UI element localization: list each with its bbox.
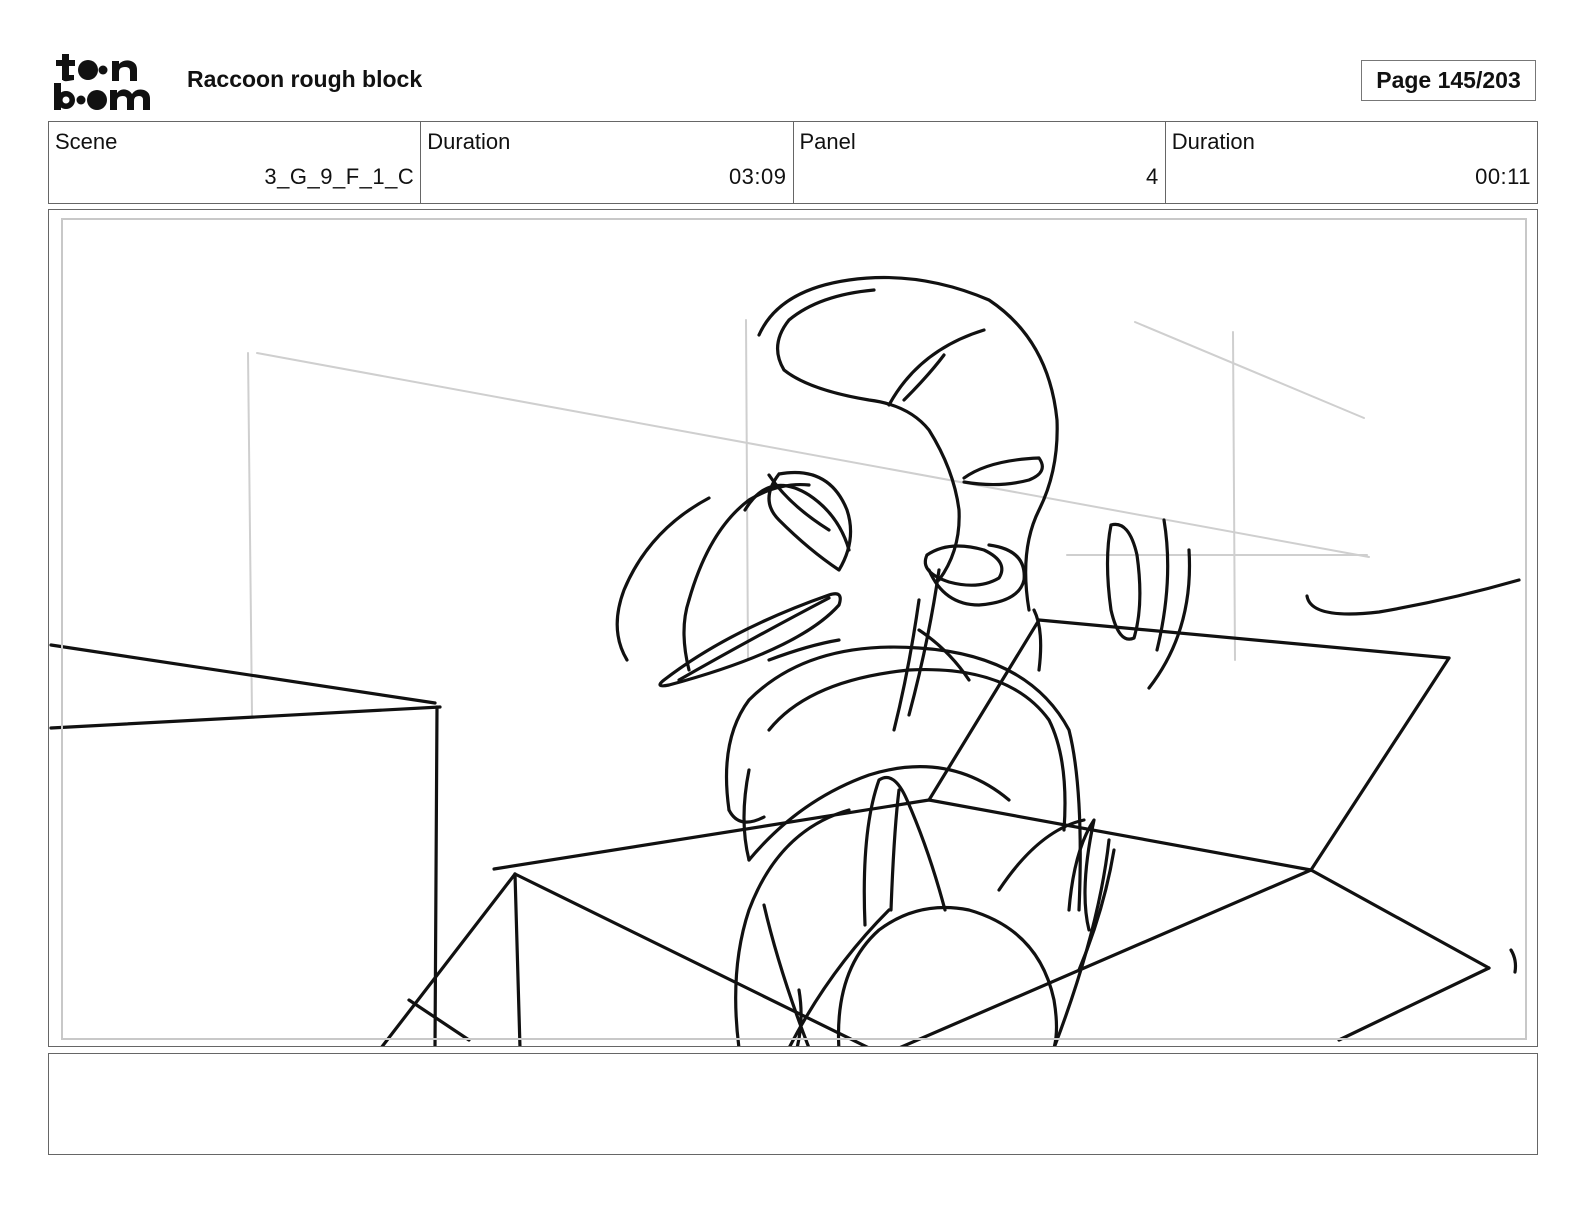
page-number-badge: Page 145/203 xyxy=(1361,60,1536,101)
info-cell-panel: Panel 4 xyxy=(794,122,1166,203)
sketch-drawing xyxy=(49,275,1521,1046)
info-value: 03:09 xyxy=(728,164,787,189)
info-value: 3_G_9_F_1_C xyxy=(264,164,415,189)
info-cell-scene: Scene 3_G_9_F_1_C xyxy=(49,122,422,203)
panel-notes-box[interactable] xyxy=(48,1053,1538,1155)
info-label: Scene xyxy=(55,129,118,154)
info-label: Duration xyxy=(1171,129,1255,154)
info-value: 00:11 xyxy=(1475,164,1531,189)
sketch-strokes xyxy=(49,275,1521,1046)
info-label: Duration xyxy=(427,129,511,154)
info-cell-scene-duration: Duration 03:09 xyxy=(421,122,794,203)
info-value: 4 xyxy=(1146,164,1159,189)
scene-info-table: Scene 3_G_9_F_1_C Duration 03:09 Panel 4… xyxy=(48,121,1538,204)
storyboard-panel xyxy=(48,209,1538,1047)
info-label: Panel xyxy=(799,129,856,154)
toon-boom-logo xyxy=(52,50,164,112)
document-title: Raccoon rough block xyxy=(187,66,423,92)
info-cell-panel-duration: Duration 00:11 xyxy=(1166,122,1537,203)
